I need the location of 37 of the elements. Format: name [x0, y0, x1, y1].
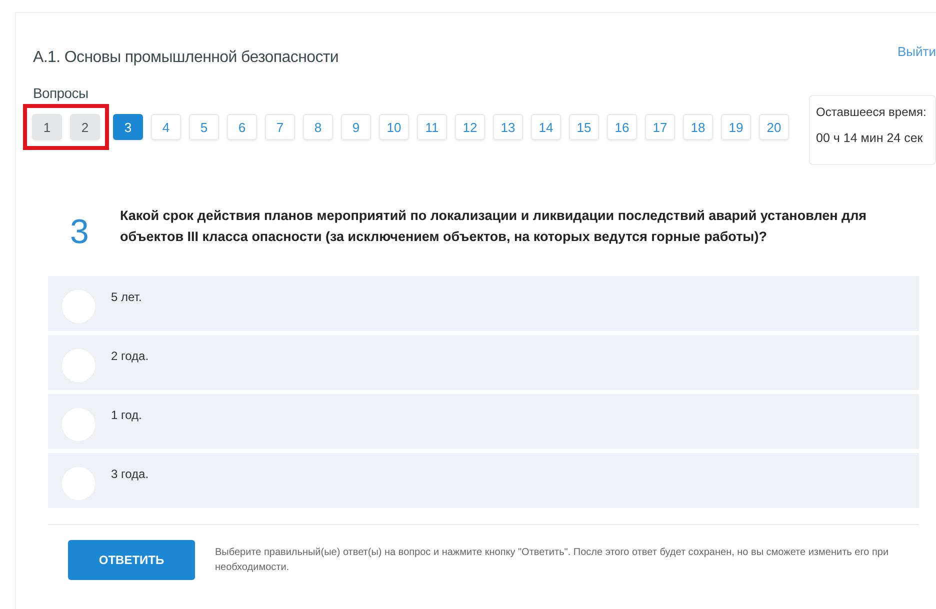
question-number-button[interactable]: 5: [189, 114, 219, 140]
question-number-button[interactable]: 2: [70, 114, 100, 140]
answer-option[interactable]: 5 лет.: [48, 276, 919, 331]
question-number-button[interactable]: 8: [303, 114, 333, 140]
answer-option[interactable]: 1 год.: [48, 394, 919, 449]
timer-label: Оставшееся время:: [816, 105, 928, 119]
answer-text: 1 год.: [111, 408, 142, 422]
answer-text: 5 лет.: [111, 290, 142, 304]
question-number: 3: [70, 213, 90, 252]
answer-text: 2 года.: [111, 349, 149, 363]
question-number-button[interactable]: 19: [721, 114, 751, 140]
test-title: А.1. Основы промышленной безопасности: [33, 49, 340, 67]
question-number-button[interactable]: 11: [417, 114, 447, 140]
question-number-button[interactable]: 15: [569, 114, 599, 140]
question-number-button[interactable]: 10: [379, 114, 409, 140]
question-number-button[interactable]: 9: [341, 114, 371, 140]
answer-option[interactable]: 3 года.: [48, 453, 919, 508]
question-number-button[interactable]: 20: [759, 114, 789, 140]
question-number-button[interactable]: 3: [113, 114, 143, 140]
answer-option[interactable]: 2 года.: [48, 335, 919, 390]
question-number-button[interactable]: 18: [683, 114, 713, 140]
question-number-button[interactable]: 12: [455, 114, 485, 140]
questions-label: Вопросы: [33, 85, 90, 101]
answer-text: 3 года.: [111, 467, 149, 481]
question-number-button[interactable]: 13: [493, 114, 523, 140]
question-number-button[interactable]: 1: [32, 114, 62, 140]
question-text: Какой срок действия планов мероприятий по локализации и ликвидации последствий аварий установлен для объектов III класса опасности (за исключением объектов, на которых ведутся горные работы)?: [120, 207, 868, 246]
hint-text: Выберите правильный(ые) ответ(ы) на вопрос и нажмите кнопку "Ответить". После этого ответ будет сохранен, но вы сможете изменить его при необходимости.: [215, 546, 890, 575]
question-number-button[interactable]: 6: [227, 114, 257, 140]
question-number-button[interactable]: 17: [645, 114, 675, 140]
question-number-button[interactable]: 4: [151, 114, 181, 140]
answer-button[interactable]: ОТВЕТИТЬ: [68, 540, 195, 580]
question-number-button[interactable]: 16: [607, 114, 637, 140]
logout-link[interactable]: Выйти: [898, 44, 936, 59]
question-number-button[interactable]: 7: [265, 114, 295, 140]
timer-value: 00 ч 14 мин 24 сек: [816, 131, 924, 145]
question-number-button[interactable]: 14: [531, 114, 561, 140]
